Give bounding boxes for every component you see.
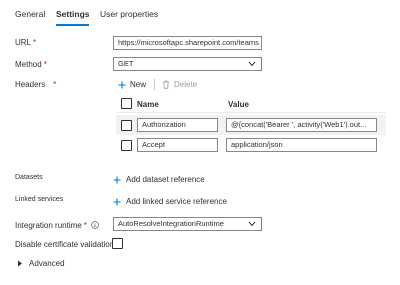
add-linked-service-button[interactable]: Add linked service reference <box>113 197 227 206</box>
tab-settings[interactable]: Settings <box>56 9 90 19</box>
select-all-checkbox[interactable] <box>121 98 132 109</box>
header-value-input[interactable]: @{concat('Bearer ', activity('Web1').out… <box>226 118 377 132</box>
url-input[interactable]: https://microsoftapc.sharepoint.com/team… <box>113 36 262 50</box>
caret-right-icon <box>18 260 22 267</box>
add-dataset-button[interactable]: Add dataset reference <box>113 175 205 184</box>
row-checkbox[interactable] <box>121 120 132 131</box>
chevron-down-icon <box>248 61 256 67</box>
tab-general[interactable]: General <box>15 9 45 19</box>
disable-cert-label: Disable certificate validation <box>15 240 115 249</box>
plus-icon <box>113 176 121 183</box>
info-icon[interactable] <box>91 221 99 229</box>
row-checkbox[interactable] <box>121 140 132 151</box>
active-tab-indicator <box>56 24 89 26</box>
table-header-divider <box>116 112 386 113</box>
chevron-down-icon <box>248 221 256 227</box>
header-value-input[interactable]: application/json <box>226 138 377 152</box>
headers-label: Headers * <box>15 80 57 89</box>
plus-icon <box>118 81 126 88</box>
method-label: Method * <box>15 60 47 69</box>
integration-runtime-label: Integration runtime * <box>15 221 99 230</box>
name-column-header: Name <box>137 100 159 109</box>
url-label: URL * <box>15 38 37 47</box>
tab-user-properties[interactable]: User properties <box>100 9 158 19</box>
tab-bar: General Settings User properties <box>0 0 400 26</box>
trash-icon <box>163 80 169 89</box>
toolbar-divider <box>154 79 155 90</box>
integration-runtime-select[interactable]: AutoResolveIntegrationRuntime <box>113 217 262 231</box>
delete-label: Delete <box>174 80 198 89</box>
plus-icon <box>113 198 121 205</box>
header-name-input[interactable]: Authorization <box>137 118 218 132</box>
linked-services-label: Linked services <box>15 196 64 203</box>
advanced-toggle[interactable]: Advanced <box>17 259 65 268</box>
new-header-button[interactable]: New <box>118 80 146 89</box>
disable-cert-checkbox[interactable] <box>112 238 123 249</box>
header-name-input[interactable]: Accept <box>137 138 218 152</box>
advanced-label: Advanced <box>29 259 65 268</box>
method-select[interactable]: GET <box>113 57 262 71</box>
delete-header-button[interactable]: Delete <box>162 80 197 89</box>
new-label: New <box>130 80 147 89</box>
value-column-header: Value <box>228 100 249 109</box>
datasets-label: Datasets <box>15 174 43 181</box>
